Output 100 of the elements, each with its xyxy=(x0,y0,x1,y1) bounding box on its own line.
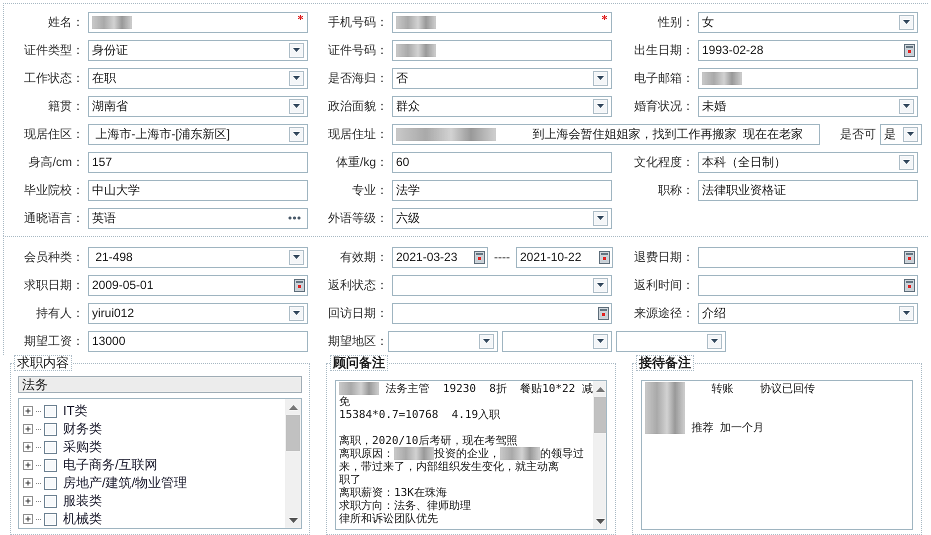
input-field[interactable]: 13000 xyxy=(88,330,308,352)
date-field[interactable] xyxy=(698,246,918,268)
date-field[interactable]: 2021-10-22 xyxy=(516,246,613,268)
expand-icon[interactable] xyxy=(23,496,33,506)
expand-icon[interactable] xyxy=(23,424,33,434)
dropdown-button[interactable] xyxy=(899,98,914,114)
input-field[interactable]: 60 xyxy=(392,152,612,172)
calendar-icon[interactable] xyxy=(293,277,306,293)
tree-item[interactable]: IT类 xyxy=(63,401,88,421)
dropdown-button[interactable] xyxy=(903,126,918,142)
caret-icon[interactable] xyxy=(907,132,914,136)
checkbox[interactable] xyxy=(44,476,57,490)
tree-item[interactable]: 房地产/建筑/物业管理 xyxy=(63,473,188,493)
caret-icon[interactable] xyxy=(903,160,910,164)
caret-icon[interactable] xyxy=(293,76,300,80)
input-field[interactable]: 157 xyxy=(88,152,308,172)
dropdown-button[interactable] xyxy=(289,70,304,86)
input-field[interactable]: 法律职业资格证 xyxy=(698,180,918,200)
notes-textarea[interactable]: 转账 协议已回传 推荐 加一个月 xyxy=(641,380,913,530)
input-field[interactable] xyxy=(88,12,308,32)
calendar-icon[interactable] xyxy=(598,249,611,265)
dropdown-button[interactable] xyxy=(899,154,914,170)
input-field[interactable]: 到上海会暂住姐姐家，找到工作再搬家 现在在老家 xyxy=(392,124,820,144)
tree-item[interactable]: 服装类 xyxy=(63,491,102,511)
caret-icon[interactable] xyxy=(293,104,300,108)
dropdown[interactable]: yirui012 xyxy=(88,302,308,324)
input-field[interactable]: 中山大学 xyxy=(88,180,308,200)
tree-item[interactable]: 机械类 xyxy=(63,509,102,529)
expand-icon[interactable] xyxy=(23,442,33,452)
dropdown-button[interactable] xyxy=(593,210,608,226)
scrollbar-thumb[interactable] xyxy=(286,415,300,451)
input-field[interactable] xyxy=(392,12,612,32)
picker-field[interactable]: 英语 xyxy=(88,208,308,228)
date-field[interactable] xyxy=(698,274,918,296)
calendar-icon[interactable] xyxy=(473,249,486,265)
dropdown[interactable]: 介绍 xyxy=(698,302,918,324)
caret-icon[interactable] xyxy=(293,48,300,52)
dropdown[interactable]: 否 xyxy=(392,68,612,88)
tree-item[interactable]: 采购类 xyxy=(63,437,102,457)
dropdown-button[interactable] xyxy=(289,250,304,264)
calendar-icon[interactable] xyxy=(903,42,916,58)
dropdown[interactable]: 未婚 xyxy=(698,96,918,116)
expand-icon[interactable] xyxy=(23,514,33,524)
caret-icon[interactable] xyxy=(293,132,300,136)
calendar-icon[interactable] xyxy=(903,249,916,265)
dropdown[interactable]: 在职 xyxy=(88,68,308,88)
dropdown-button[interactable] xyxy=(289,306,304,320)
dropdown-button[interactable] xyxy=(593,70,608,86)
dropdown-button[interactable] xyxy=(707,334,722,348)
date-field[interactable]: 1993-02-28 xyxy=(698,40,918,60)
dropdown-button[interactable] xyxy=(593,278,608,292)
date-field[interactable]: 2021-03-23 xyxy=(392,246,488,268)
scrollbar-thumb[interactable] xyxy=(594,397,606,433)
dropdown-button[interactable] xyxy=(593,334,608,348)
expand-icon[interactable] xyxy=(23,406,33,416)
caret-icon[interactable] xyxy=(597,216,604,220)
caret-icon[interactable] xyxy=(597,339,604,343)
caret-icon[interactable] xyxy=(597,104,604,108)
dropdown[interactable]: 女 xyxy=(698,12,918,32)
calendar-icon[interactable] xyxy=(597,305,610,321)
dropdown[interactable]: 湖南省 xyxy=(88,96,308,116)
dropdown-button[interactable] xyxy=(479,334,494,348)
date-field[interactable] xyxy=(392,302,612,324)
checkbox[interactable] xyxy=(44,512,57,526)
dropdown[interactable]: 六级 xyxy=(392,208,612,228)
notes-textarea[interactable]: 法务主管 19230 8折 餐贴10*22 减 免 15384*0.7=10768 4.19入职 离职，2020/10后考研，现在考驾照 离职原因： 投资的企业， 的领导过 来，带过来了，内部组织发生变化，就主动离 职了 离职薪资：13K在珠海 求职方向：法务、律师助理 律所和诉讼团队优先 xyxy=(335,380,607,530)
dropdown-button[interactable] xyxy=(593,98,608,114)
tree-item[interactable]: 电子商务/互联网 xyxy=(63,455,158,475)
caret-icon[interactable] xyxy=(711,339,718,343)
caret-icon[interactable] xyxy=(903,20,910,24)
checkbox[interactable] xyxy=(44,404,57,418)
caret-icon[interactable] xyxy=(293,255,300,259)
search-field[interactable]: 法务 xyxy=(18,376,302,393)
dropdown[interactable]: 本科（全日制） xyxy=(698,152,918,172)
dropdown-button[interactable] xyxy=(899,306,914,320)
dropdown[interactable]: 上海市-上海市-[浦东新区] xyxy=(88,124,308,144)
scrollbar[interactable] xyxy=(592,381,606,529)
expand-icon[interactable] xyxy=(23,460,33,470)
dropdown-button[interactable] xyxy=(899,14,914,30)
dropdown[interactable]: 身份证 xyxy=(88,40,308,60)
dropdown-button[interactable] xyxy=(289,98,304,114)
dropdown[interactable]: 群众 xyxy=(392,96,612,116)
dropdown[interactable]: 是 xyxy=(880,124,922,144)
checkbox[interactable] xyxy=(44,494,57,508)
caret-icon[interactable] xyxy=(597,76,604,80)
input-field[interactable]: 法学 xyxy=(392,180,612,200)
caret-icon[interactable] xyxy=(597,283,604,287)
dropdown[interactable]: 21-498 xyxy=(88,246,308,268)
expand-icon[interactable] xyxy=(23,478,33,488)
calendar-icon[interactable] xyxy=(903,277,916,293)
scrollbar[interactable] xyxy=(285,399,301,528)
dropdown-button[interactable] xyxy=(289,42,304,58)
checkbox[interactable] xyxy=(44,422,57,436)
tree-item[interactable]: 财务类 xyxy=(63,419,102,439)
caret-icon[interactable] xyxy=(293,311,300,315)
caret-icon[interactable] xyxy=(483,339,490,343)
date-field[interactable]: 2009-05-01 xyxy=(88,274,308,296)
checkbox[interactable] xyxy=(44,440,57,454)
caret-icon[interactable] xyxy=(903,104,910,108)
checkbox[interactable] xyxy=(44,458,57,472)
